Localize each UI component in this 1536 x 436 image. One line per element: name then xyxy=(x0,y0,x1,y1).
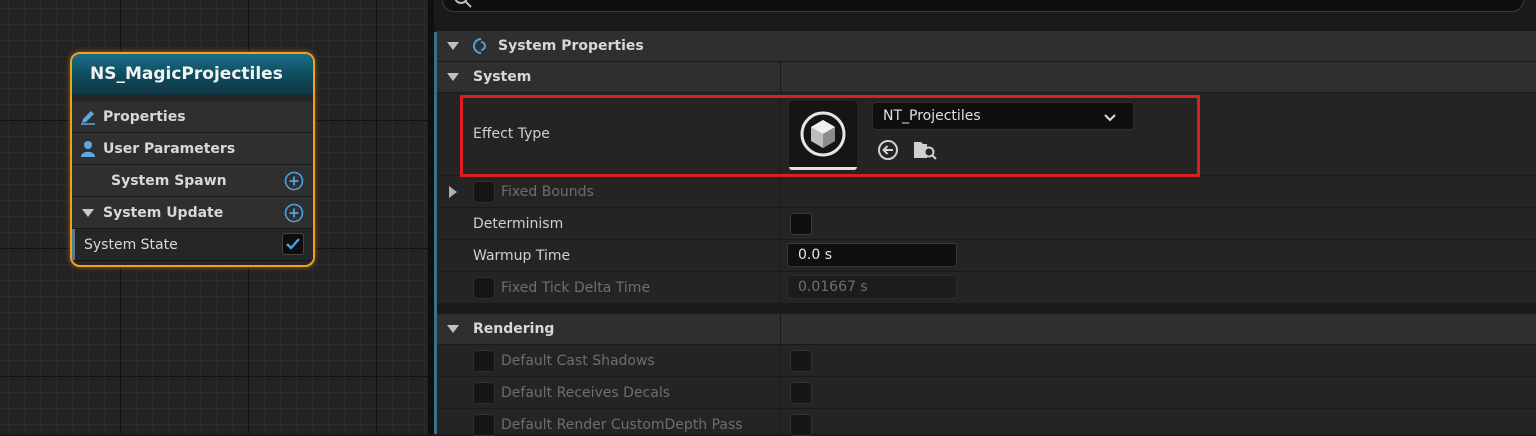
collapse-arrow-icon[interactable] xyxy=(447,42,459,50)
property-label: Fixed Bounds xyxy=(501,183,594,200)
effect-type-row: Effect Type NT_Projectiles xyxy=(437,93,1536,176)
collapse-arrow-icon[interactable] xyxy=(447,325,459,333)
cube-icon xyxy=(800,111,846,157)
warmup-time-row: Warmup Time 0.0 s xyxy=(437,240,1536,272)
search-input[interactable] xyxy=(442,0,1524,12)
section-title: System Properties xyxy=(498,38,644,54)
fixed-tick-delta-row: Fixed Tick Delta Time 0.01667 s xyxy=(437,272,1536,304)
system-properties-header[interactable]: System Properties xyxy=(437,31,1536,62)
custom-depth-checkbox[interactable] xyxy=(790,414,812,436)
property-label: Effect Type xyxy=(473,126,550,142)
expand-arrow-icon[interactable] xyxy=(449,185,457,198)
details-panel: System Properties System Effect Type NT_… xyxy=(434,0,1536,436)
warmup-time-input[interactable]: 0.0 s xyxy=(787,243,957,267)
dropdown-value: NT_Projectiles xyxy=(883,108,981,124)
fixed-bounds-row: Fixed Bounds xyxy=(437,176,1536,208)
settings-cog-icon xyxy=(473,38,489,54)
cast-shadows-checkbox[interactable] xyxy=(790,350,812,372)
system-state-checkbox[interactable] xyxy=(282,233,304,255)
fixed-tick-input[interactable]: 0.01667 s xyxy=(787,275,957,299)
system-node[interactable]: NS_MagicProjectiles Properties User Para… xyxy=(70,52,315,267)
find-in-folder-icon[interactable] xyxy=(913,139,937,165)
determinism-checkbox[interactable] xyxy=(790,213,812,235)
search-icon xyxy=(453,0,473,13)
node-row-label: Properties xyxy=(103,108,186,125)
receives-decals-checkbox[interactable] xyxy=(790,382,812,404)
node-row-user-parameters[interactable]: User Parameters xyxy=(72,133,313,165)
collapse-arrow-icon[interactable] xyxy=(447,73,459,81)
node-row-system-state[interactable]: System State xyxy=(72,229,313,261)
user-icon xyxy=(79,140,97,158)
node-row-properties[interactable]: Properties xyxy=(72,101,313,133)
receives-decals-row: Default Receives Decals xyxy=(437,377,1536,409)
property-label: Default Receives Decals xyxy=(501,384,671,401)
receives-decals-override-checkbox[interactable] xyxy=(473,382,495,404)
fixed-bounds-checkbox[interactable] xyxy=(473,181,495,203)
fixed-tick-checkbox[interactable] xyxy=(473,277,495,299)
property-label: Fixed Tick Delta Time xyxy=(501,279,651,296)
effect-type-dropdown[interactable]: NT_Projectiles xyxy=(872,102,1134,130)
node-title: NS_MagicProjectiles xyxy=(72,54,313,95)
add-icon[interactable] xyxy=(284,171,304,195)
property-label: Default Render CustomDepth Pass xyxy=(501,417,743,433)
node-row-label: System State xyxy=(84,236,178,253)
checkmark-icon xyxy=(286,238,300,250)
property-label: Default Cast Shadows xyxy=(501,352,655,369)
node-row-system-update[interactable]: System Update xyxy=(72,197,313,229)
chevron-down-icon xyxy=(1103,111,1117,127)
browse-back-icon[interactable] xyxy=(877,139,899,165)
property-label: Warmup Time xyxy=(473,247,571,264)
cast-shadows-row: Default Cast Shadows xyxy=(437,345,1536,377)
node-row-system-spawn[interactable]: System Spawn xyxy=(72,165,313,197)
section-title: System xyxy=(473,69,532,85)
node-row-label: System Spawn xyxy=(111,172,227,189)
rendering-section-header[interactable]: Rendering xyxy=(437,314,1536,345)
property-label: Determinism xyxy=(473,215,564,232)
node-row-label: System Update xyxy=(103,204,224,221)
custom-depth-override-checkbox[interactable] xyxy=(473,414,495,436)
collapse-arrow-icon[interactable] xyxy=(79,204,97,222)
asset-thumbnail[interactable] xyxy=(789,101,857,170)
cast-shadows-override-checkbox[interactable] xyxy=(473,350,495,372)
section-title: Rendering xyxy=(473,321,555,337)
node-row-label: User Parameters xyxy=(103,140,236,157)
add-icon[interactable] xyxy=(284,203,304,227)
custom-depth-row: Default Render CustomDepth Pass xyxy=(437,409,1536,436)
graph-canvas[interactable]: NS_MagicProjectiles Properties User Para… xyxy=(0,0,428,434)
pencil-icon xyxy=(79,108,97,126)
system-section-header[interactable]: System xyxy=(437,62,1536,93)
determinism-row: Determinism xyxy=(437,208,1536,240)
